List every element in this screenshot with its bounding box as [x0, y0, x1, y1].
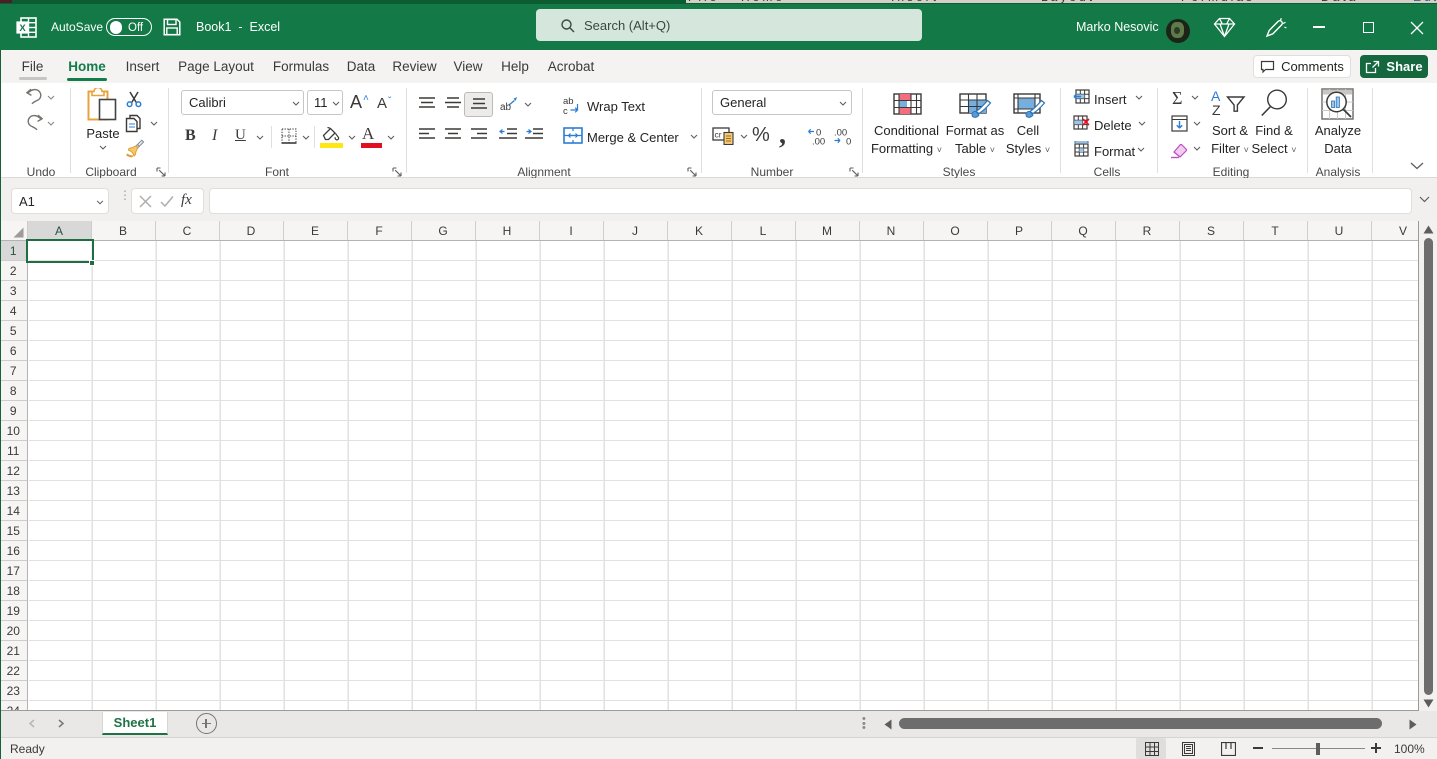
- svg-text:ab: ab: [500, 102, 512, 112]
- svg-text:0: 0: [846, 137, 851, 146]
- svg-text:cr: cr: [715, 130, 722, 140]
- svg-text:.00: .00: [812, 137, 825, 146]
- svg-text:X: X: [19, 23, 26, 34]
- svg-text:Z: Z: [1212, 102, 1221, 116]
- svg-text:c: c: [563, 106, 568, 115]
